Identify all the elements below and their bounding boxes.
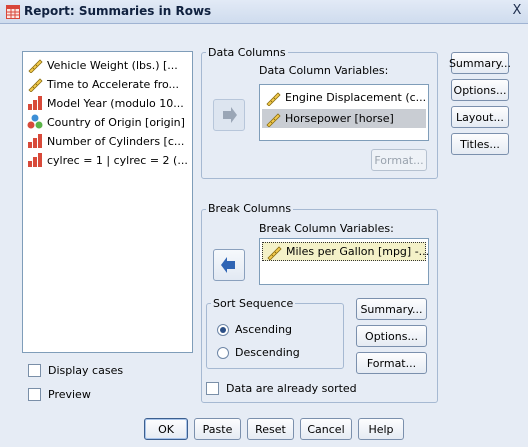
cancel-button[interactable]: Cancel xyxy=(300,418,352,440)
close-button[interactable]: X xyxy=(508,3,526,20)
scale-ruler-icon xyxy=(28,78,43,92)
data-columns-group-title: Data Columns xyxy=(206,46,288,59)
move-to-data-columns-button[interactable] xyxy=(213,99,245,131)
ordinal-bar-icon xyxy=(28,96,42,110)
ordinal-bar-icon xyxy=(28,134,42,148)
break-columns-group-title: Break Columns xyxy=(206,202,294,215)
break-format-button[interactable]: Format... xyxy=(356,352,427,374)
checkbox-box xyxy=(28,388,41,401)
variable-item[interactable]: Model Year (modulo 10... xyxy=(27,94,192,112)
data-column-item[interactable]: Horsepower [horse] xyxy=(262,109,426,128)
data-column-item[interactable]: Engine Displacement (c... xyxy=(262,88,426,107)
ok-button[interactable]: OK xyxy=(144,418,188,440)
variable-item[interactable]: Number of Cylinders [c... xyxy=(27,132,192,150)
sort-sequence-group xyxy=(206,303,344,369)
descending-radio[interactable]: Descending xyxy=(217,346,300,359)
arrow-left-icon xyxy=(221,257,235,273)
title-bar: Report: Summaries in Rows X xyxy=(0,0,528,24)
scale-ruler-icon xyxy=(266,91,281,106)
scale-ruler-icon xyxy=(28,59,43,73)
variable-item[interactable]: cylrec = 1 | cylrec = 2 (... xyxy=(27,151,192,169)
paste-button[interactable]: Paste xyxy=(194,418,241,440)
variable-item[interactable]: Time to Accelerate fro... xyxy=(27,75,192,93)
ordinal-bar-icon xyxy=(28,153,42,167)
radio-circle xyxy=(217,346,229,359)
break-column-item[interactable]: Miles per Gallon [mpg] -... xyxy=(262,242,429,261)
data-column-variables-label: Data Column Variables: xyxy=(259,64,389,77)
arrow-right-icon xyxy=(223,107,237,123)
data-already-sorted-checkbox[interactable]: Data are already sorted xyxy=(206,382,357,395)
titles-button[interactable]: Titles... xyxy=(451,133,509,155)
break-summary-button[interactable]: Summary... xyxy=(356,298,427,320)
break-column-variables-list[interactable]: Miles per Gallon [mpg] -... xyxy=(259,238,429,285)
break-options-button[interactable]: Options... xyxy=(356,325,427,347)
preview-checkbox[interactable]: Preview xyxy=(28,388,91,401)
layout-button[interactable]: Layout... xyxy=(451,106,509,128)
break-column-variables-label: Break Column Variables: xyxy=(259,222,394,235)
help-button[interactable]: Help xyxy=(358,418,404,440)
close-icon: X xyxy=(512,3,522,18)
radio-circle xyxy=(217,323,229,336)
scale-ruler-icon xyxy=(267,245,282,260)
checkbox-box xyxy=(28,364,41,377)
data-column-variables-list[interactable]: Engine Displacement (c... Horsepower [ho… xyxy=(259,84,429,141)
data-columns-format-button[interactable]: Format... xyxy=(371,149,427,171)
nominal-balls-icon xyxy=(27,114,43,129)
source-variable-list[interactable]: Vehicle Weight (lbs.) [... Time to Accel… xyxy=(22,51,193,353)
report-table-icon xyxy=(6,5,20,19)
scale-ruler-icon xyxy=(266,112,281,127)
move-to-break-columns-button[interactable] xyxy=(213,249,245,281)
variable-item[interactable]: Vehicle Weight (lbs.) [... xyxy=(27,56,192,74)
display-cases-checkbox[interactable]: Display cases xyxy=(28,364,123,377)
ascending-radio[interactable]: Ascending xyxy=(217,323,292,336)
summary-button[interactable]: Summary... xyxy=(449,52,511,74)
window-title: Report: Summaries in Rows xyxy=(24,4,212,18)
sort-sequence-group-title: Sort Sequence xyxy=(211,297,296,310)
variable-item[interactable]: Country of Origin [origin] xyxy=(27,113,192,131)
options-button[interactable]: Options... xyxy=(451,79,509,101)
reset-button[interactable]: Reset xyxy=(247,418,294,440)
checkbox-box xyxy=(206,382,219,395)
